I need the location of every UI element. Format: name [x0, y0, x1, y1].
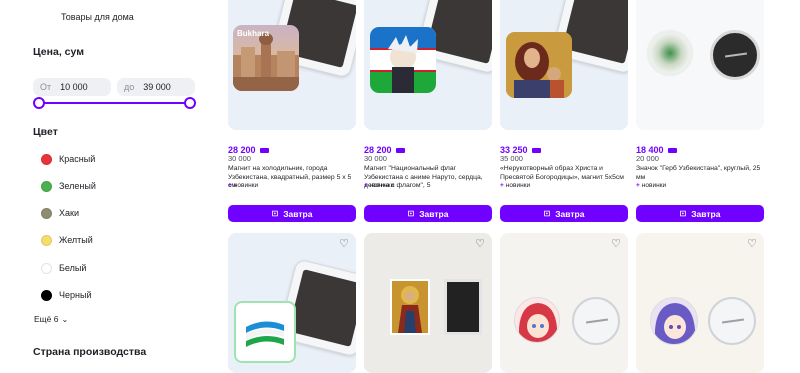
magnet-back-image	[444, 279, 482, 335]
card-payment-icon	[395, 147, 405, 153]
favorite-heart-icon[interactable]: ♡	[746, 238, 758, 250]
bag-icon: ⊡	[543, 209, 551, 218]
favorite-heart-icon[interactable]: ♡	[610, 238, 622, 250]
color-swatch	[41, 207, 52, 219]
color-swatch	[41, 180, 52, 192]
product-image[interactable]	[364, 0, 492, 130]
product-image[interactable]	[500, 0, 628, 130]
product-image[interactable]: ♡	[500, 233, 628, 373]
card-payment-icon	[259, 147, 269, 153]
new-badge: + новинки	[636, 182, 667, 189]
new-badge: + новинки	[500, 182, 531, 189]
new-badge: + новинки	[228, 182, 259, 189]
color-option-red[interactable]: Красный	[41, 152, 95, 166]
product-old-price: 35 000	[500, 154, 523, 163]
price-slider-min-handle[interactable]	[33, 97, 45, 109]
product-image[interactable]: ♡	[364, 233, 492, 373]
color-swatch	[41, 262, 52, 274]
price-to-prefix: до	[124, 82, 135, 92]
card-payment-icon	[531, 147, 541, 153]
color-swatch	[41, 234, 52, 246]
price-slider-max-handle[interactable]	[184, 97, 196, 109]
show-more-colors-link[interactable]: Ещё 6 ⌄	[34, 314, 68, 324]
anime-badge-image	[514, 297, 560, 343]
add-to-cart-button[interactable]: ⊡ Завтра	[636, 205, 764, 222]
card-payment-icon	[667, 147, 677, 153]
color-label: Зеленый	[59, 181, 96, 191]
price-from-value: 10 000	[60, 82, 88, 92]
price-to-value: 39 000	[143, 82, 171, 92]
bukhara-caption: Bukhara	[237, 29, 270, 38]
add-to-cart-button[interactable]: ⊡ Завтра	[364, 205, 492, 222]
bag-icon: ⊡	[271, 209, 279, 218]
color-label: Желтый	[59, 235, 93, 245]
anime-badge-image	[650, 297, 698, 345]
add-to-cart-button[interactable]: ⊡ Завтра	[500, 205, 628, 222]
badge-back-image	[708, 297, 756, 345]
color-label: Хаки	[59, 208, 79, 218]
product-image[interactable]	[636, 0, 764, 130]
price-slider-track[interactable]	[38, 102, 190, 104]
product-image[interactable]: ♡	[228, 233, 356, 373]
color-option-yellow[interactable]: Желтый	[41, 233, 93, 247]
color-option-white[interactable]: Белый	[41, 261, 86, 275]
country-filter-title: Страна производства	[33, 346, 147, 358]
chevron-down-icon: ⌄	[61, 314, 69, 324]
favorite-heart-icon[interactable]: ♡	[474, 238, 486, 250]
product-image[interactable]: ♡	[636, 233, 764, 373]
color-option-green[interactable]: Зеленый	[41, 179, 96, 193]
badge-back-image	[572, 297, 620, 345]
bukhara-image: Bukhara	[233, 25, 299, 91]
new-badge: + новинки	[364, 182, 395, 189]
color-swatch	[41, 153, 52, 165]
category-item[interactable]: Товары для дома	[61, 12, 134, 22]
icon-image	[506, 32, 572, 98]
color-label: Белый	[59, 263, 87, 273]
color-option-black[interactable]: Черный	[41, 288, 91, 302]
price-from-prefix: От	[40, 82, 52, 92]
color-filter-title: Цвет	[33, 126, 58, 138]
bag-icon: ⊡	[407, 209, 415, 218]
bag-icon: ⊡	[679, 209, 687, 218]
badge-back-image	[710, 30, 760, 80]
filters-sidebar: Товары для дома Цена, сум От 10 000 до 3…	[0, 0, 215, 366]
color-label: Красный	[59, 154, 96, 164]
emblem-badge-image	[647, 30, 693, 76]
product-old-price: 30 000	[364, 154, 387, 163]
product-old-price: 20 000	[636, 154, 659, 163]
product-old-price: 30 000	[228, 154, 251, 163]
christ-icon-image	[390, 279, 430, 335]
color-swatch	[41, 289, 52, 301]
naruto-flag-image	[370, 27, 436, 93]
favorite-heart-icon[interactable]: ♡	[338, 238, 350, 250]
price-filter-title: Цена, сум	[33, 46, 84, 58]
uzbek-flag-image	[234, 301, 296, 363]
price-to-input[interactable]: до 39 000	[117, 78, 195, 96]
product-title[interactable]: Значок "Герб Узбекистана", круглый, 25 м…	[636, 165, 764, 182]
show-more-label: Ещё 6	[34, 314, 59, 324]
product-image[interactable]: Bukhara	[228, 0, 356, 130]
color-option-khaki[interactable]: Хаки	[41, 206, 79, 220]
color-label: Черный	[59, 290, 92, 300]
add-to-cart-button[interactable]: ⊡ Завтра	[228, 205, 356, 222]
product-title[interactable]: «Нерукотворный образ Христа и Пресвятой …	[500, 165, 628, 182]
price-from-input[interactable]: От 10 000	[33, 78, 111, 96]
